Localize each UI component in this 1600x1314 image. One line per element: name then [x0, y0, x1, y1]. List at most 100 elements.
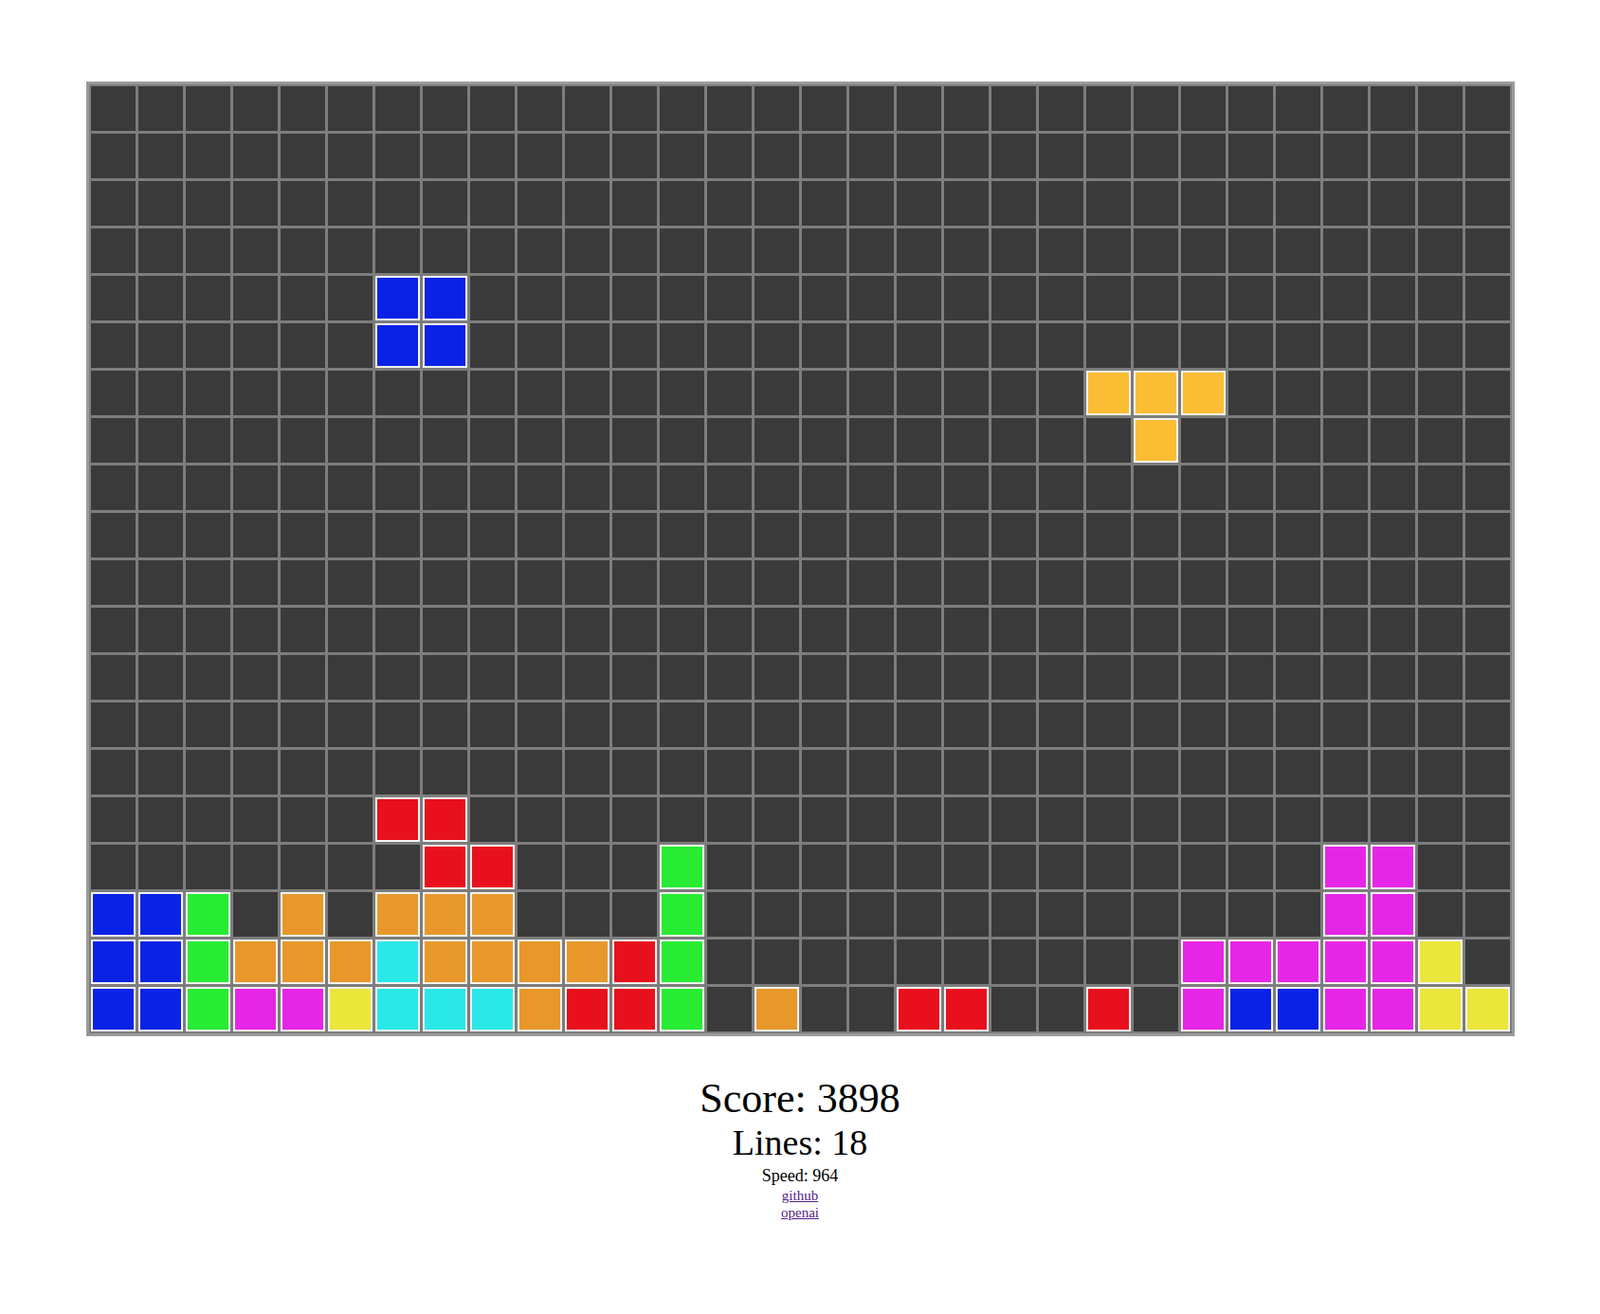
board-cell	[1465, 749, 1510, 795]
board-cell	[564, 986, 610, 1032]
board-cell	[280, 939, 326, 984]
board-cell	[327, 654, 373, 700]
footer-link[interactable]: openai	[781, 1203, 819, 1221]
board-cell	[375, 797, 420, 842]
board-cell	[991, 465, 1037, 510]
board-cell	[707, 749, 752, 795]
board-cell	[1418, 844, 1463, 890]
board-cell	[138, 702, 183, 747]
board-cell	[517, 607, 563, 653]
board-cell	[1181, 181, 1226, 226]
board-cell	[991, 654, 1037, 700]
board-cell	[280, 465, 326, 510]
board-cell	[564, 370, 610, 416]
board-cell	[991, 86, 1037, 131]
board-cell	[754, 418, 800, 463]
board-cell	[1133, 465, 1179, 510]
board-cell	[138, 986, 183, 1032]
board-cell	[612, 323, 657, 368]
board-cell	[707, 560, 752, 605]
board-cell	[896, 275, 942, 321]
board-cell	[612, 844, 657, 890]
board-cell	[1133, 418, 1179, 463]
board-cell	[90, 275, 136, 321]
board-cell	[754, 607, 800, 653]
board-cell	[754, 228, 800, 273]
board-cell	[1465, 228, 1510, 273]
board-cell	[280, 797, 326, 842]
board-cell	[754, 939, 800, 984]
board-cell	[90, 370, 136, 416]
board-cell	[801, 797, 847, 842]
board-cell	[1370, 749, 1416, 795]
board-cell	[944, 654, 989, 700]
board-cell	[1086, 749, 1131, 795]
board-cell	[801, 702, 847, 747]
score-label: Score: 3898	[699, 1075, 900, 1122]
board-cell	[185, 181, 231, 226]
board-cell	[517, 133, 563, 179]
board-cell	[138, 228, 183, 273]
board-cell	[564, 181, 610, 226]
board-cell	[1323, 702, 1368, 747]
board-cell	[327, 133, 373, 179]
board-cell	[1418, 797, 1463, 842]
footer-link[interactable]: github	[781, 1186, 819, 1204]
board-cell	[991, 702, 1037, 747]
board-cell	[849, 797, 894, 842]
board-cell	[185, 891, 231, 937]
board-cell	[1181, 749, 1226, 795]
board-cell	[564, 560, 610, 605]
board-cell	[564, 86, 610, 131]
board-cell	[185, 133, 231, 179]
board-cell	[944, 560, 989, 605]
board-cell	[185, 370, 231, 416]
tetris-page: Score: 3898Lines: 18Speed: 964githubopen…	[0, 0, 1600, 1221]
board-cell	[707, 133, 752, 179]
board-cell	[280, 891, 326, 937]
board-cell	[944, 133, 989, 179]
board-cell	[612, 891, 657, 937]
board-cell	[612, 181, 657, 226]
board-cell	[90, 702, 136, 747]
board-cell	[659, 749, 705, 795]
board-cell	[896, 749, 942, 795]
board-cell	[1181, 986, 1226, 1032]
board-cell	[1228, 891, 1273, 937]
board-cell	[1465, 986, 1510, 1032]
board-cell	[233, 323, 278, 368]
board-cell	[517, 986, 563, 1032]
board-cell	[422, 607, 468, 653]
board-cell	[517, 654, 563, 700]
board-cell	[564, 323, 610, 368]
board-cell	[1370, 986, 1416, 1032]
board-cell	[1275, 607, 1321, 653]
board-cell	[896, 181, 942, 226]
board-cell	[659, 370, 705, 416]
board-cell	[470, 181, 515, 226]
board-cell	[1181, 702, 1226, 747]
board-cell	[90, 181, 136, 226]
board-cell	[470, 86, 515, 131]
board-cell	[375, 418, 420, 463]
board-cell	[991, 891, 1037, 937]
board-cell	[801, 560, 847, 605]
board-cell	[1228, 465, 1273, 510]
board-cell	[1228, 607, 1273, 653]
board-cell	[233, 228, 278, 273]
board-cell	[1228, 86, 1273, 131]
board-cell	[1465, 275, 1510, 321]
board-cell	[1086, 986, 1131, 1032]
board-cell	[754, 86, 800, 131]
board-cell	[470, 891, 515, 937]
board-cell	[1133, 512, 1179, 558]
board-cell	[327, 986, 373, 1032]
board-cell	[185, 702, 231, 747]
board-cell	[422, 181, 468, 226]
board-cell	[90, 465, 136, 510]
board-cell	[375, 465, 420, 510]
board-cell	[849, 323, 894, 368]
board-cell	[138, 891, 183, 937]
board-cell	[138, 560, 183, 605]
board-cell	[1038, 275, 1084, 321]
